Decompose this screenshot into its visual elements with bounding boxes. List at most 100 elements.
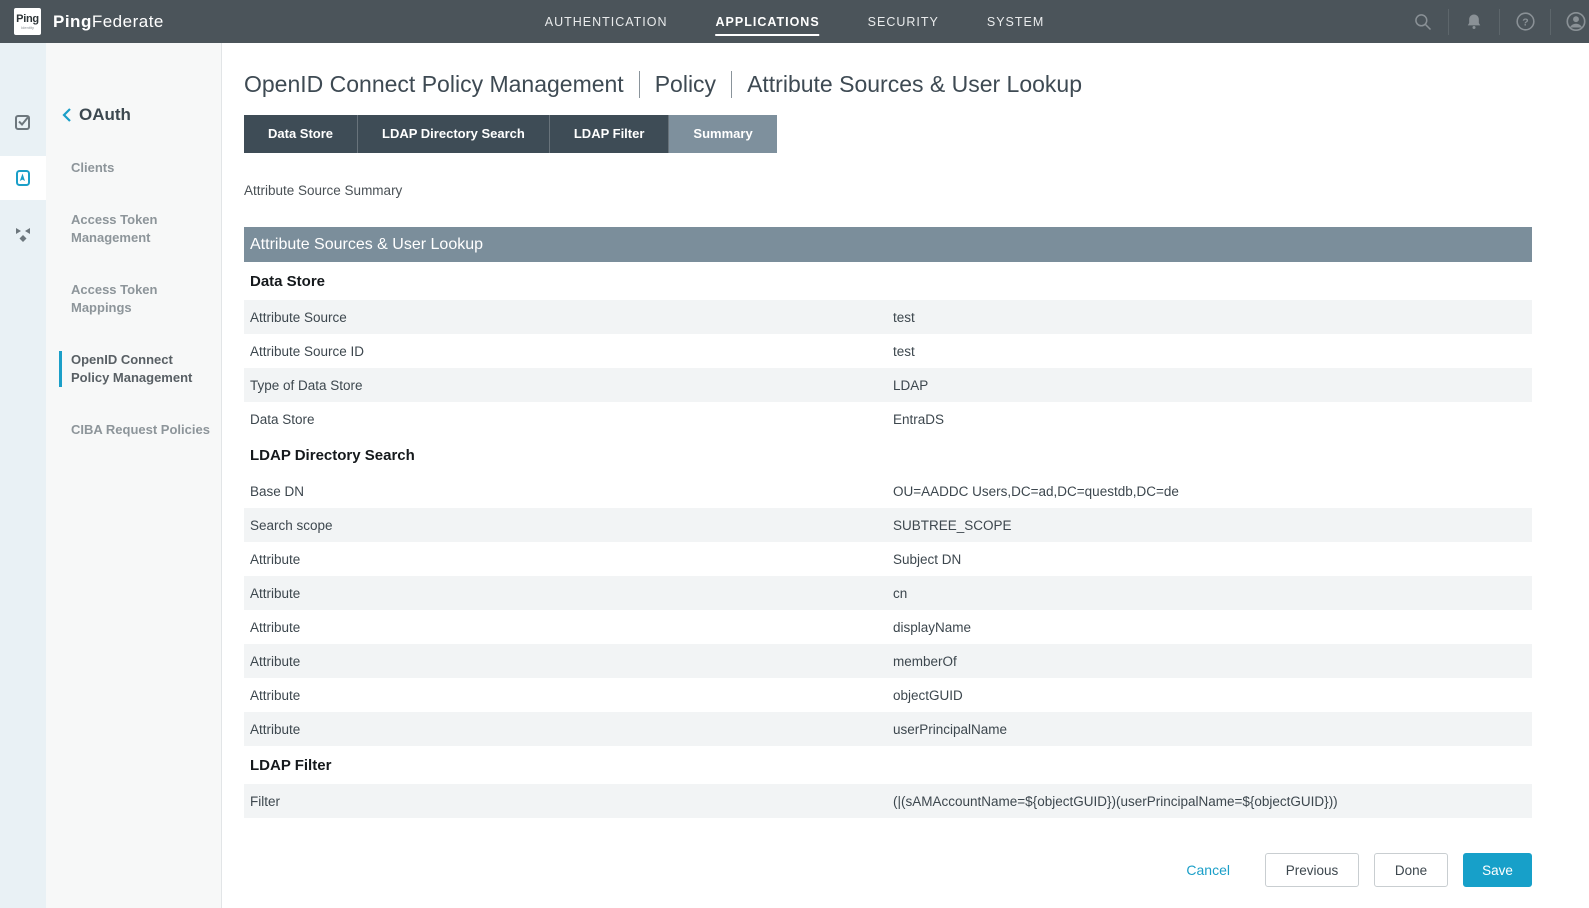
section-title-data-store: Data Store [244,262,1532,300]
table-row: Base DN OU=AADDC Users,DC=ad,DC=questdb,… [244,474,1532,508]
row-value: SUBTREE_SCOPE [893,518,1532,533]
table-row: Attribute userPrincipalName [244,712,1532,746]
wizard-tabs: Data StoreLDAP Directory SearchLDAP Filt… [244,115,1532,153]
nav-authentication[interactable]: AUTHENTICATION [545,0,668,43]
breadcrumb-part: Policy [655,71,716,98]
row-label: Attribute [250,722,893,737]
breadcrumb-part: Attribute Sources & User Lookup [747,71,1082,98]
ping-logo[interactable]: Ping Identity [14,8,41,35]
row-label: Attribute Source [250,310,893,325]
previous-button[interactable]: Previous [1265,853,1359,887]
row-label: Attribute [250,620,893,635]
clients-icon [11,110,35,134]
table-row: Attribute memberOf [244,644,1532,678]
table-row: Data Store EntraDS [244,402,1532,436]
row-value: memberOf [893,654,1532,669]
row-label: Type of Data Store [250,378,893,393]
primary-nav: AUTHENTICATION APPLICATIONS SECURITY SYSTEM [545,0,1045,43]
footer-actions: Cancel Previous Done Save [244,853,1532,887]
breadcrumb-separator [639,71,640,98]
row-value: test [893,310,1532,325]
row-label: Filter [250,794,893,809]
section-title-ldap-directory-search: LDAP Directory Search [244,436,1532,474]
sidebar-item-clients[interactable]: Clients [59,159,211,177]
divider [1550,9,1551,35]
save-button[interactable]: Save [1463,853,1532,887]
row-value: (|(sAMAccountName=${objectGUID})(userPri… [893,794,1532,809]
table-row: Attribute Subject DN [244,542,1532,576]
app-title: PingFederate [53,12,164,32]
sidebar-item-access-token-management[interactable]: Access Token Management [59,211,211,247]
tab-ldap-directory-search[interactable]: LDAP Directory Search [358,115,550,153]
row-value: EntraDS [893,412,1532,427]
table-body: Data Store Attribute Source test Attribu… [244,262,1532,818]
section-title-ldap-filter: LDAP Filter [244,746,1532,784]
search-icon[interactable] [1412,11,1434,33]
row-label: Attribute Source ID [250,344,893,359]
sidebar: OAuth Clients Access Token Management Acce… [46,43,222,908]
icon-rail [0,43,46,908]
ping-logo-text: Ping [16,14,39,25]
chevron-left-icon [62,107,72,123]
row-label: Search scope [250,518,893,533]
tab-summary[interactable]: Summary [669,115,776,153]
table-row: Attribute cn [244,576,1532,610]
row-label: Data Store [250,412,893,427]
notifications-icon[interactable] [1463,11,1485,33]
top-navigation-bar: Ping Identity PingFederate AUTHENTICATIO… [0,0,1589,43]
brand: Ping Identity PingFederate [14,8,164,35]
tab-ldap-filter[interactable]: LDAP Filter [550,115,670,153]
table-row: Attribute Source ID test [244,334,1532,368]
breadcrumb-part: OpenID Connect Policy Management [244,71,624,98]
svg-text:?: ? [1522,16,1528,28]
sidebar-item-ciba-request-policies[interactable]: CIBA Request Policies [59,421,211,439]
tab-data-store[interactable]: Data Store [244,115,358,153]
sidebar-nav: Clients Access Token Management Access Tok… [59,159,211,439]
ping-logo-subtext: Identity [21,26,34,30]
table-row: Attribute Source test [244,300,1532,334]
summary-table: Attribute Sources & User Lookup Data Sto… [244,227,1532,818]
row-label: Attribute [250,654,893,669]
table-row: Attribute displayName [244,610,1532,644]
access-token-icon [11,166,35,190]
row-value: objectGUID [893,688,1532,703]
rail-item-mappings[interactable] [0,212,46,256]
sidebar-item-access-token-mappings[interactable]: Access Token Mappings [59,281,211,317]
help-icon[interactable]: ? [1514,11,1536,33]
divider [1499,9,1500,35]
table-header: Attribute Sources & User Lookup [244,227,1532,262]
row-value: Subject DN [893,552,1532,567]
row-label: Base DN [250,484,893,499]
row-value: userPrincipalName [893,722,1532,737]
rail-item-clients[interactable] [0,100,46,144]
sidebar-item-openid-connect-policy-management[interactable]: OpenID Connect Policy Management [59,351,211,387]
mappings-icon [11,222,35,246]
table-row: Search scope SUBTREE_SCOPE [244,508,1532,542]
row-value: OU=AADDC Users,DC=ad,DC=questdb,DC=de [893,484,1532,499]
row-label: Attribute [250,688,893,703]
done-button[interactable]: Done [1374,853,1448,887]
main-content: OpenID Connect Policy Management Policy At… [222,43,1589,908]
nav-security[interactable]: SECURITY [868,0,939,43]
row-label: Attribute [250,552,893,567]
topbar-actions: ? [1412,0,1575,43]
table-row: Filter (|(sAMAccountName=${objectGUID})(… [244,784,1532,818]
row-value: LDAP [893,378,1532,393]
table-row: Attribute objectGUID [244,678,1532,712]
row-value: test [893,344,1532,359]
nav-applications[interactable]: APPLICATIONS [716,0,820,43]
summary-label: Attribute Source Summary [244,183,1532,198]
sidebar-back-label: OAuth [79,105,131,125]
breadcrumb-separator [731,71,732,98]
nav-system[interactable]: SYSTEM [987,0,1044,43]
rail-item-access-token[interactable] [0,156,46,200]
divider [1448,9,1449,35]
cancel-button[interactable]: Cancel [1186,862,1230,878]
page-title: OpenID Connect Policy Management Policy At… [244,71,1532,98]
row-value: cn [893,586,1532,601]
row-label: Attribute [250,586,893,601]
row-value: displayName [893,620,1532,635]
sidebar-back-oauth[interactable]: OAuth [62,105,211,125]
account-icon[interactable] [1565,11,1587,33]
table-row: Type of Data Store LDAP [244,368,1532,402]
